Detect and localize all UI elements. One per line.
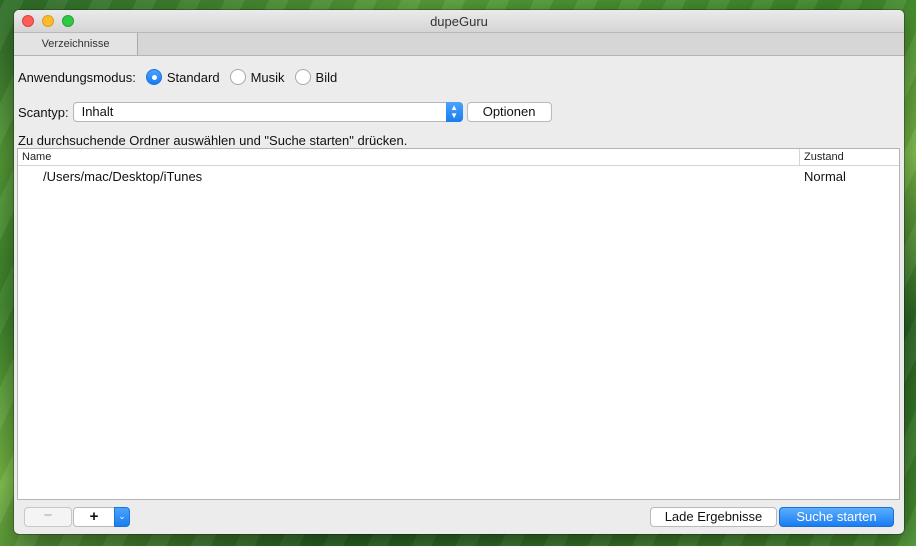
start-search-button[interactable]: Suche starten xyxy=(779,507,894,527)
table-row[interactable]: /Users/mac/Desktop/iTunes Normal xyxy=(18,166,899,186)
tab-verzeichnisse[interactable]: Verzeichnisse xyxy=(14,33,138,55)
scan-type-value: Inhalt xyxy=(81,104,114,119)
table-header: Name Zustand xyxy=(18,149,899,166)
load-results-button[interactable]: Lade Ergebnisse xyxy=(650,507,777,527)
chevron-down-icon[interactable]: ⌄ xyxy=(114,507,130,527)
scan-type-label: Scantyp: xyxy=(18,104,69,120)
add-folder-button[interactable]: + xyxy=(73,507,115,527)
mode-option-standard[interactable]: Standard xyxy=(136,69,220,85)
mode-option-bild[interactable]: Bild xyxy=(285,69,338,85)
app-window: dupeGuru Verzeichnisse Anwendungsmodus: … xyxy=(14,10,904,534)
options-button[interactable]: Optionen xyxy=(466,102,552,122)
scan-type-select[interactable]: Inhalt ▲ ▼ xyxy=(72,102,463,122)
tab-bar: Verzeichnisse xyxy=(14,33,904,56)
folder-table: Name Zustand /Users/mac/Desktop/iTunes N… xyxy=(17,148,900,500)
radio-musik[interactable] xyxy=(229,69,246,85)
mode-option-musik[interactable]: Musik xyxy=(220,69,285,85)
folder-path-cell: /Users/mac/Desktop/iTunes xyxy=(43,169,203,184)
radio-musik-label: Musik xyxy=(250,69,285,85)
scan-row: Scantyp: Inhalt ▲ ▼ Optionen xyxy=(18,101,552,123)
window-title: dupeGuru xyxy=(430,14,488,29)
title-bar: dupeGuru xyxy=(14,10,904,33)
radio-bild[interactable] xyxy=(294,69,311,85)
column-header-state[interactable]: Zustand xyxy=(799,149,901,165)
column-header-name[interactable]: Name xyxy=(22,149,51,165)
radio-bild-label: Bild xyxy=(315,69,338,85)
folder-state-cell[interactable]: Normal xyxy=(804,169,846,184)
mode-label: Anwendungsmodus: xyxy=(18,69,136,85)
radio-standard[interactable] xyxy=(145,69,162,85)
remove-folder-button[interactable]: − xyxy=(24,507,72,527)
select-updown-icon: ▲ ▼ xyxy=(445,102,463,122)
instruction-text: Zu durchsuchende Ordner auswählen und "S… xyxy=(18,133,408,148)
mode-row: Anwendungsmodus: Standard Musik Bild xyxy=(18,67,337,87)
radio-standard-label: Standard xyxy=(166,69,220,85)
bottom-bar: − + ⌄ Lade Ergebnisse Suche starten xyxy=(14,504,904,534)
